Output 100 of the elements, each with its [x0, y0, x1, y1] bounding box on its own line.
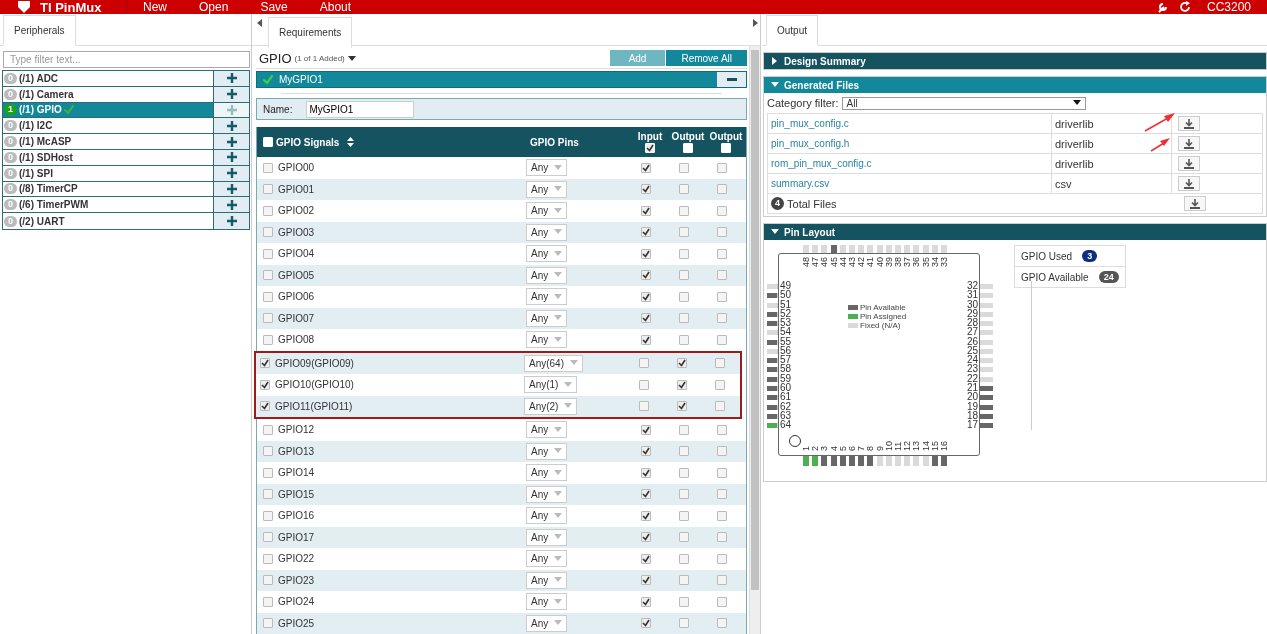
checkbox[interactable]: [641, 313, 651, 324]
filter-field[interactable]: Type filter text...: [3, 51, 250, 68]
checkbox[interactable]: [717, 248, 727, 259]
checkbox[interactable]: [260, 401, 270, 412]
pin-dropdown[interactable]: Any: [526, 614, 568, 632]
checkbox[interactable]: [717, 532, 727, 543]
checkbox[interactable]: [641, 205, 651, 216]
checkbox[interactable]: [263, 553, 273, 564]
table-row[interactable]: GPIO17 Any: [257, 526, 746, 548]
checkbox[interactable]: [263, 291, 273, 302]
peripheral-item[interactable]: 0 (/1) SDHost: [3, 150, 249, 166]
checkbox[interactable]: [679, 162, 689, 173]
pin-dropdown[interactable]: Any: [526, 593, 568, 611]
checkbox[interactable]: [263, 510, 273, 521]
checkbox[interactable]: [679, 446, 689, 457]
file-link[interactable]: pin_mux_config.h: [771, 138, 850, 149]
pin-dropdown[interactable]: Any: [526, 266, 568, 284]
tab[interactable]: Output: [766, 15, 819, 46]
checkbox[interactable]: [717, 184, 727, 195]
pin-dropdown[interactable]: Any: [526, 528, 568, 546]
menu-item[interactable]: Open: [199, 0, 229, 14]
add-button[interactable]: [213, 197, 249, 213]
pin-dropdown[interactable]: Any: [526, 507, 568, 525]
checkbox[interactable]: [679, 510, 689, 521]
checkbox[interactable]: [717, 227, 727, 238]
checkbox[interactable]: [679, 424, 689, 435]
pin-dropdown[interactable]: Any: [526, 202, 568, 220]
pin-dropdown[interactable]: Any: [526, 180, 568, 198]
checkbox[interactable]: [263, 162, 273, 173]
pin-dropdown[interactable]: Any: [526, 421, 568, 439]
checkbox[interactable]: [263, 184, 273, 195]
table-row[interactable]: GPIO01 Any: [257, 178, 746, 200]
checkbox[interactable]: [641, 446, 651, 457]
peripheral-item[interactable]: 0 (/8) TimerCP: [3, 181, 249, 198]
checkbox[interactable]: [263, 334, 273, 345]
checkbox[interactable]: [679, 532, 689, 543]
checkbox[interactable]: [677, 379, 687, 390]
checkbox[interactable]: [641, 467, 651, 478]
table-row[interactable]: GPIO05 Any: [257, 264, 746, 286]
checkbox[interactable]: [641, 596, 651, 607]
menu-item[interactable]: New: [143, 0, 167, 14]
checkbox[interactable]: [679, 184, 689, 195]
checkbox[interactable]: [263, 532, 273, 543]
table-row[interactable]: GPIO10(GPIO10) Any(1): [254, 374, 742, 396]
scrollbar[interactable]: [749, 46, 760, 634]
checkbox[interactable]: [263, 467, 273, 478]
table-row[interactable]: GPIO23 Any: [257, 569, 746, 591]
checkbox[interactable]: [679, 270, 689, 281]
tab[interactable]: Requirements: [268, 17, 353, 48]
checkbox[interactable]: [263, 205, 273, 216]
checkbox[interactable]: [717, 575, 727, 586]
checkbox[interactable]: [263, 270, 273, 281]
download-button[interactable]: [1178, 156, 1200, 171]
table-row[interactable]: GPIO07 Any: [257, 307, 746, 329]
checkbox[interactable]: [715, 379, 725, 390]
checkbox[interactable]: [717, 162, 727, 173]
checkbox[interactable]: [679, 291, 689, 302]
checkbox[interactable]: [677, 358, 687, 369]
instance-bar[interactable]: MyGPIO1: [256, 71, 747, 88]
peripheral-item[interactable]: 0 (/1) I2C: [3, 118, 249, 135]
checkbox[interactable]: [679, 334, 689, 345]
peripheral-item[interactable]: 0 (/2) UART: [3, 213, 249, 229]
checkbox[interactable]: [679, 489, 689, 500]
checkbox[interactable]: [679, 467, 689, 478]
table-row[interactable]: GPIO09(GPIO09) Any(64): [254, 350, 742, 374]
add-button[interactable]: [213, 118, 249, 134]
checkbox[interactable]: [641, 575, 651, 586]
add-button[interactable]: [213, 134, 249, 149]
checkbox[interactable]: [677, 401, 687, 412]
checkbox[interactable]: [260, 379, 270, 390]
column-header[interactable]: GPIO Signals: [276, 136, 340, 148]
checkbox[interactable]: [641, 424, 651, 435]
checkbox[interactable]: [717, 270, 727, 281]
checkbox[interactable]: [679, 575, 689, 586]
menu-item[interactable]: About: [319, 0, 352, 14]
checkbox[interactable]: [641, 248, 651, 259]
pin-dropdown[interactable]: Any(2): [524, 397, 578, 415]
peripheral-item[interactable]: 0 (/1) Camera: [3, 86, 249, 103]
checkbox[interactable]: [263, 313, 273, 324]
checkbox[interactable]: [679, 227, 689, 238]
checkbox[interactable]: [717, 553, 727, 564]
checkbox[interactable]: [639, 401, 649, 412]
checkbox[interactable]: [263, 596, 273, 607]
checkbox[interactable]: [641, 184, 651, 195]
section-header[interactable]: Generated Files: [764, 77, 1266, 93]
pin-dropdown[interactable]: Any: [526, 464, 568, 482]
scrollbar-thumb[interactable]: [751, 50, 759, 590]
pin-dropdown[interactable]: Any: [526, 288, 568, 306]
checkbox[interactable]: [263, 424, 273, 435]
pin-dropdown[interactable]: Any: [526, 223, 568, 241]
tab[interactable]: Peripherals: [3, 15, 76, 46]
checkbox[interactable]: [679, 553, 689, 564]
section-header[interactable]: Design Summary: [764, 53, 1266, 69]
download-button[interactable]: [1178, 116, 1200, 131]
pin-dropdown[interactable]: Any: [526, 442, 568, 460]
pin-dropdown[interactable]: Any: [526, 159, 568, 177]
checkbox[interactable]: [717, 467, 727, 478]
checkbox[interactable]: [679, 596, 689, 607]
name-field[interactable]: MyGPIO1: [306, 100, 415, 118]
checkbox[interactable]: [717, 510, 727, 521]
